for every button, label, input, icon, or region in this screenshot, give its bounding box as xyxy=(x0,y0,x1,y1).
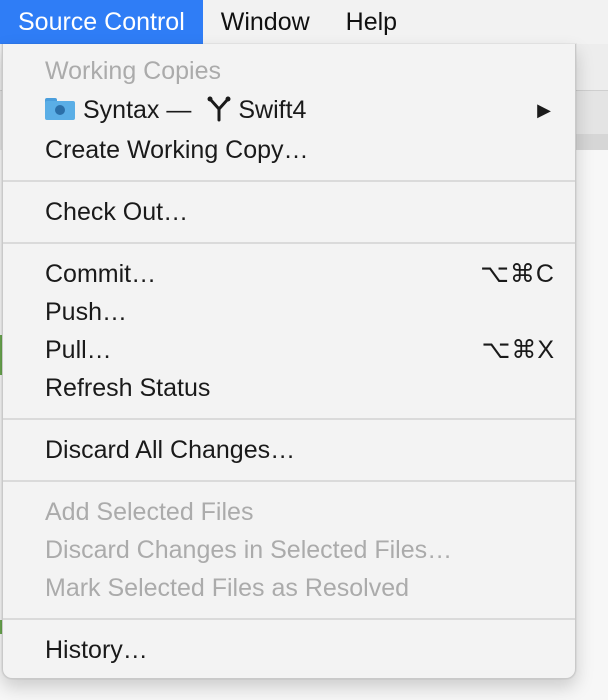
menu-item-pull[interactable]: Pull… ⌥⌘X xyxy=(3,331,575,369)
menu-item-history[interactable]: History… xyxy=(3,631,575,669)
menu-item-push[interactable]: Push… xyxy=(3,293,575,331)
menu-bar: Source Control Window Help xyxy=(0,0,608,44)
branch-name: Swift4 xyxy=(238,96,307,124)
menu-item-working-copy-syntax[interactable]: Syntax — Swift4 ▶ xyxy=(3,91,575,129)
folder-clock-icon xyxy=(45,98,75,121)
menu-separator xyxy=(3,180,575,182)
pull-shortcut: ⌥⌘X xyxy=(481,336,555,364)
repo-name: Syntax xyxy=(83,96,160,124)
menu-separator xyxy=(3,418,575,420)
background-strip xyxy=(574,134,608,150)
menu-item-discard-all-changes[interactable]: Discard All Changes… xyxy=(3,431,575,469)
branch-icon xyxy=(207,96,231,122)
menu-separator xyxy=(3,480,575,482)
working-copies-header: Working Copies xyxy=(45,57,222,85)
commit-shortcut: ⌥⌘C xyxy=(480,260,555,288)
menu-item-add-selected-files: Add Selected Files xyxy=(45,498,254,526)
menu-window[interactable]: Window xyxy=(203,0,328,44)
menu-item-create-working-copy[interactable]: Create Working Copy… xyxy=(3,131,575,169)
menu-source-control[interactable]: Source Control xyxy=(0,0,203,44)
source-control-dropdown: Working Copies Syntax — Swift4 ▶ Create … xyxy=(2,44,576,679)
screen: Source Control Window Help Working Copie… xyxy=(0,0,608,700)
menu-item-check-out[interactable]: Check Out… xyxy=(3,193,575,231)
menu-item-refresh-status[interactable]: Refresh Status xyxy=(3,369,575,407)
menu-item-commit[interactable]: Commit… ⌥⌘C xyxy=(3,255,575,293)
menu-item-discard-selected-files: Discard Changes in Selected Files… xyxy=(45,536,453,564)
menu-item-mark-resolved: Mark Selected Files as Resolved xyxy=(45,574,410,602)
repo-dash: — xyxy=(166,96,192,124)
submenu-arrow-icon: ▶ xyxy=(537,100,551,120)
menu-separator xyxy=(3,242,575,244)
menu-separator xyxy=(3,618,575,620)
menu-help[interactable]: Help xyxy=(328,0,415,44)
